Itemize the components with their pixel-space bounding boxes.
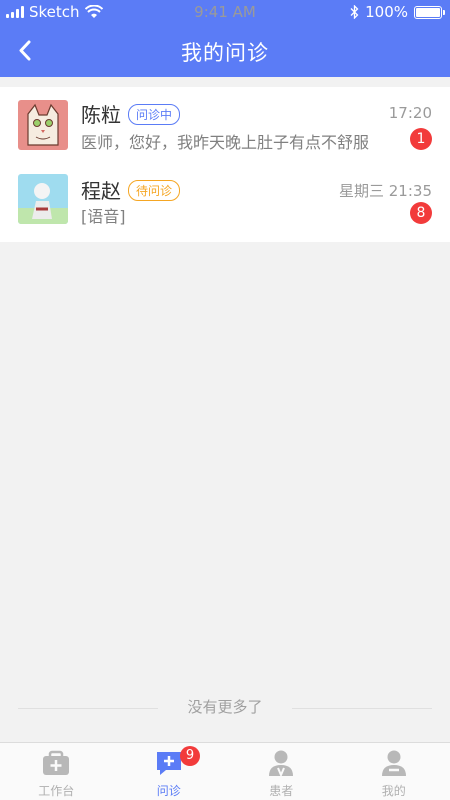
unread-count: 8: [410, 202, 432, 224]
tab-label: 我的: [381, 784, 406, 798]
tab-label: 患者: [269, 784, 294, 798]
tab-bar: 工作台 9 问诊 患者 我的: [0, 742, 450, 800]
tab-consultation[interactable]: 9 问诊: [113, 743, 226, 800]
list-end-note: 没有更多了: [0, 696, 450, 720]
avatar: [18, 100, 68, 150]
tab-badge: 9: [180, 746, 200, 766]
profile-icon: [381, 750, 406, 776]
bluetooth-icon: [350, 5, 359, 19]
conversation-row[interactable]: 程赵 待问诊 星期三 21:35 [语音] 8: [0, 163, 450, 239]
status-badge: 待问诊: [128, 180, 181, 201]
conversation-list: 陈粒 问诊中 17:20 医师，您好，我昨天晚上肚子有点不舒服 1 程赵 待问诊…: [0, 87, 450, 242]
status-bar: Sketch 9:41 AM 100%: [0, 0, 450, 25]
status-right: 100%: [350, 3, 445, 21]
tab-patients[interactable]: 患者: [225, 743, 338, 800]
message-time: 17:20: [388, 104, 432, 122]
battery-icon: [414, 5, 445, 19]
divider: [292, 708, 432, 709]
medical-kit-icon: [43, 750, 70, 775]
patient-icon: [269, 750, 294, 778]
tab-workbench[interactable]: 工作台: [0, 743, 113, 800]
tab-profile[interactable]: 我的: [338, 743, 450, 800]
avatar: [18, 174, 68, 224]
status-badge: 问诊中: [128, 104, 181, 125]
no-more-text: 没有更多了: [187, 698, 263, 716]
tab-label: 问诊: [156, 784, 181, 798]
nav-bar: 我的问诊: [0, 25, 450, 77]
unread-count: 1: [410, 128, 432, 150]
message-preview: [语音]: [81, 207, 126, 226]
message-preview: 医师，您好，我昨天晚上肚子有点不舒服: [81, 133, 370, 152]
contact-name: 程赵: [81, 179, 121, 203]
page-title: 我的问诊: [181, 41, 269, 65]
chat-plus-icon: [156, 752, 181, 775]
tab-label: 工作台: [38, 784, 75, 798]
contact-name: 陈粒: [81, 103, 121, 127]
conversation-row[interactable]: 陈粒 问诊中 17:20 医师，您好，我昨天晚上肚子有点不舒服 1: [0, 87, 450, 163]
message-time: 星期三 21:35: [339, 182, 432, 200]
battery-percent: 100%: [365, 3, 408, 21]
